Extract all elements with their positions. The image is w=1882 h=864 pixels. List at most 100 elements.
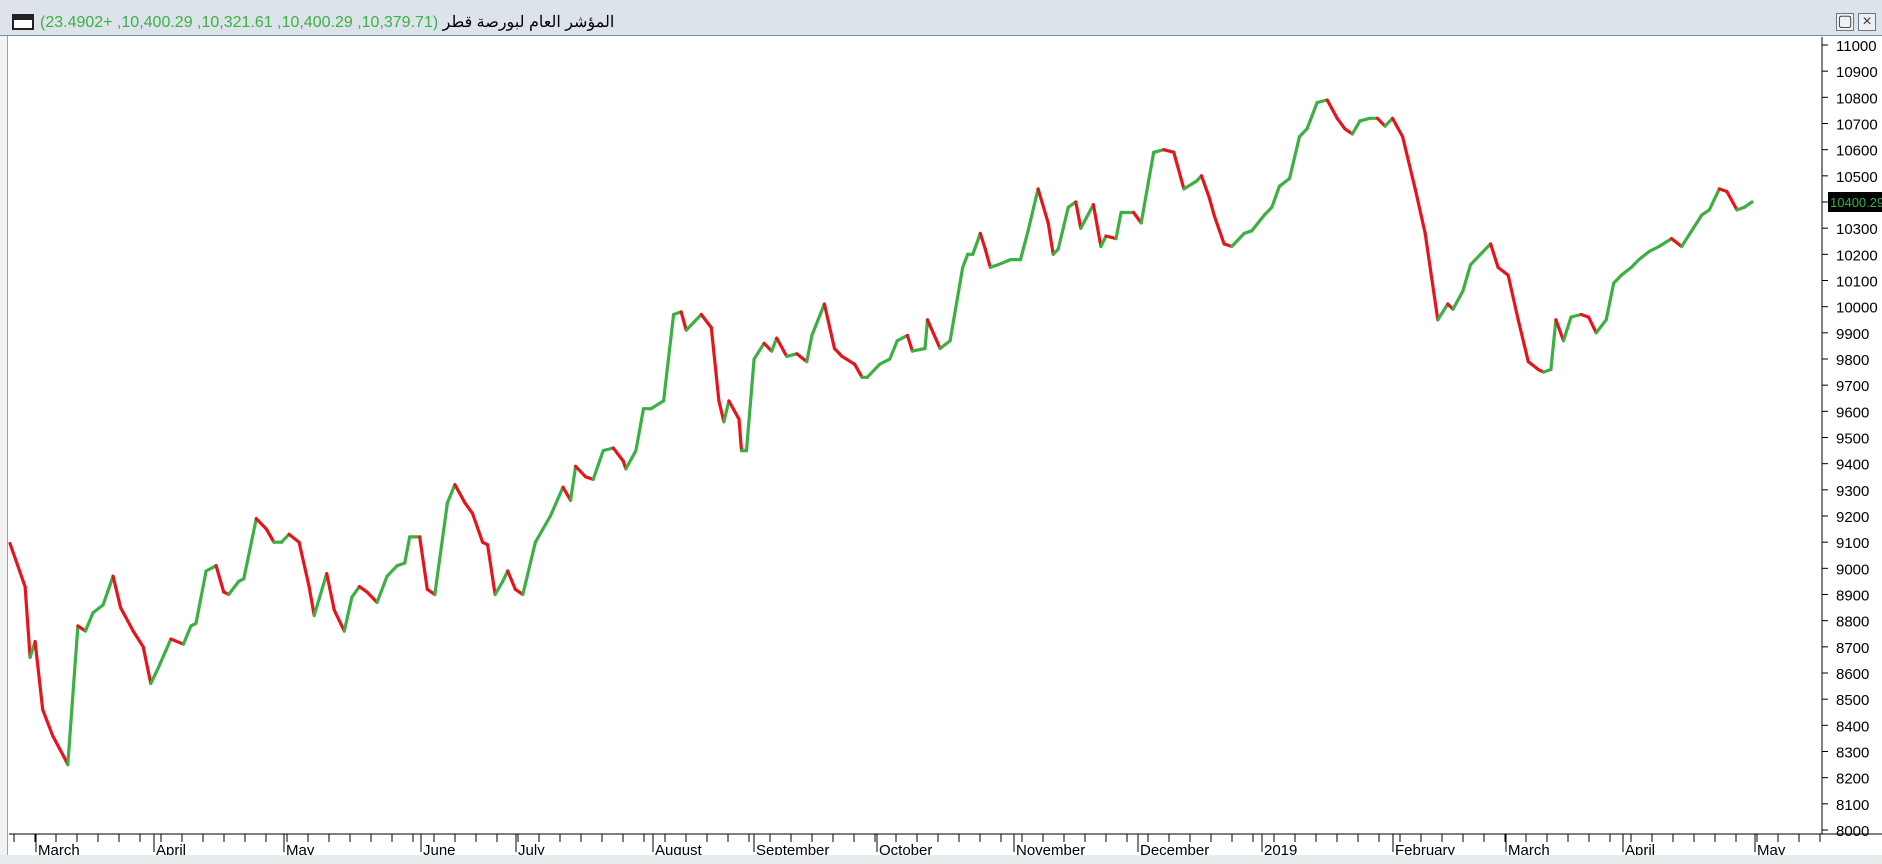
price-line-segment	[325, 571, 336, 612]
y-tick-label: 10300	[1836, 221, 1878, 238]
price-line-segment	[948, 265, 965, 343]
y-tick-label: 8800	[1836, 614, 1869, 631]
price-line-segment	[1423, 231, 1440, 322]
price-line-segment	[1114, 210, 1123, 241]
price-line-segment	[679, 310, 688, 332]
price-line-segment	[1679, 229, 1694, 249]
price-line-segment	[925, 318, 942, 351]
price-line-segment	[41, 707, 55, 738]
price-line-segment	[591, 449, 605, 481]
price-line-segment	[521, 540, 538, 597]
price-line-segment	[533, 514, 553, 544]
y-tick-label: 9600	[1836, 404, 1869, 421]
price-line-segment	[169, 637, 185, 646]
price-line-segment	[1594, 318, 1608, 335]
price-line-segment	[1506, 273, 1520, 322]
price-line-segment	[1586, 315, 1598, 335]
price-line-segment	[1436, 302, 1450, 322]
price-line-segment	[744, 357, 756, 453]
price-line-segment	[242, 516, 258, 581]
price-line-segment	[573, 464, 588, 479]
price-line-segment	[684, 320, 696, 332]
price-line-segment	[433, 501, 449, 597]
y-tick-label: 8400	[1836, 718, 1869, 735]
price-line-segment	[1074, 200, 1083, 230]
y-tick-label: 10100	[1836, 274, 1878, 291]
price-line-segment	[1390, 116, 1405, 139]
window-bottom-strip	[0, 855, 1882, 864]
price-line-segment	[1335, 116, 1347, 131]
price-line-segment	[83, 611, 95, 633]
price-line-segment	[486, 543, 497, 597]
y-tick-label: 8500	[1836, 692, 1869, 709]
y-tick-label: 10900	[1836, 64, 1878, 81]
price-line-segment	[727, 399, 741, 421]
price-line-segment	[661, 312, 676, 403]
price-line-segment	[214, 564, 226, 594]
price-line-segment	[1056, 205, 1070, 251]
y-tick-label: 10600	[1836, 143, 1878, 160]
price-line-segment	[1451, 289, 1465, 311]
price-line-segment	[204, 564, 218, 573]
price-line-segment	[1036, 187, 1050, 225]
price-line-segment	[181, 624, 193, 646]
price-line-segment	[1325, 98, 1339, 120]
price-line-segment	[923, 318, 930, 351]
price-line-segment	[1250, 213, 1266, 233]
price-line-segment	[709, 326, 721, 403]
price-line-segment	[996, 258, 1013, 267]
price-line-segment	[332, 608, 346, 633]
price-line-segment	[101, 574, 115, 607]
price-line-segment	[978, 231, 987, 251]
price-line-segment	[1549, 318, 1558, 372]
price-line-segment	[1413, 187, 1427, 235]
price-line-segment	[822, 302, 837, 351]
price-line-segment	[1619, 265, 1633, 277]
price-line-segment	[156, 637, 173, 670]
price-line-segment	[1725, 189, 1739, 212]
price-line-segment	[910, 346, 927, 353]
price-line-segment	[737, 417, 744, 453]
price-line-segment	[141, 645, 153, 686]
y-tick-label: 10800	[1836, 90, 1878, 107]
price-chart[interactable]: 8000 8100 8200 8300 8400 8500 8600 8700 8800 8900…	[0, 0, 1882, 864]
price-line-segment	[91, 603, 105, 615]
price-line-segment	[1561, 315, 1573, 343]
price-line-segment	[506, 569, 517, 591]
price-line-segment	[1018, 229, 1030, 262]
price-line-segment	[264, 527, 276, 544]
price-line-segment	[1742, 200, 1754, 209]
price-line-segment	[1516, 318, 1530, 364]
price-line-segment	[1277, 176, 1292, 188]
price-line-segment	[1139, 150, 1156, 225]
y-tick-label: 8700	[1836, 640, 1869, 657]
y-tick-label: 9800	[1836, 352, 1869, 369]
price-line-segment	[634, 407, 646, 453]
price-line-segment	[752, 341, 766, 361]
price-line-segment	[1669, 237, 1684, 249]
price-line-segment	[810, 302, 827, 337]
price-line-segment	[1230, 231, 1246, 249]
price-line-segment	[649, 399, 666, 411]
price-line-segment	[775, 336, 789, 358]
price-line-segment	[1026, 187, 1040, 233]
price-line-segment	[254, 516, 268, 531]
y-tick-label: 9400	[1836, 457, 1869, 474]
price-line-segment	[1287, 135, 1302, 181]
price-line-segment	[149, 666, 160, 686]
y-tick-label: 8000	[1836, 823, 1869, 840]
last-value-label: 10400.29	[1830, 195, 1882, 210]
price-line-segment	[287, 532, 301, 544]
y-tick-label: 10500	[1836, 169, 1878, 186]
price-line-segment	[624, 449, 638, 471]
price-line-segment	[279, 532, 291, 544]
price-line-segment	[895, 333, 910, 343]
price-line-segment	[971, 231, 982, 256]
price-line-segment	[1305, 100, 1319, 131]
price-line-segment	[699, 312, 713, 330]
y-tick-label: 9100	[1836, 535, 1869, 552]
y-tick-label: 10200	[1836, 247, 1878, 264]
y-tick-label: 9700	[1836, 378, 1869, 395]
y-tick-label: 8300	[1836, 745, 1869, 762]
price-line-segment	[118, 605, 135, 633]
